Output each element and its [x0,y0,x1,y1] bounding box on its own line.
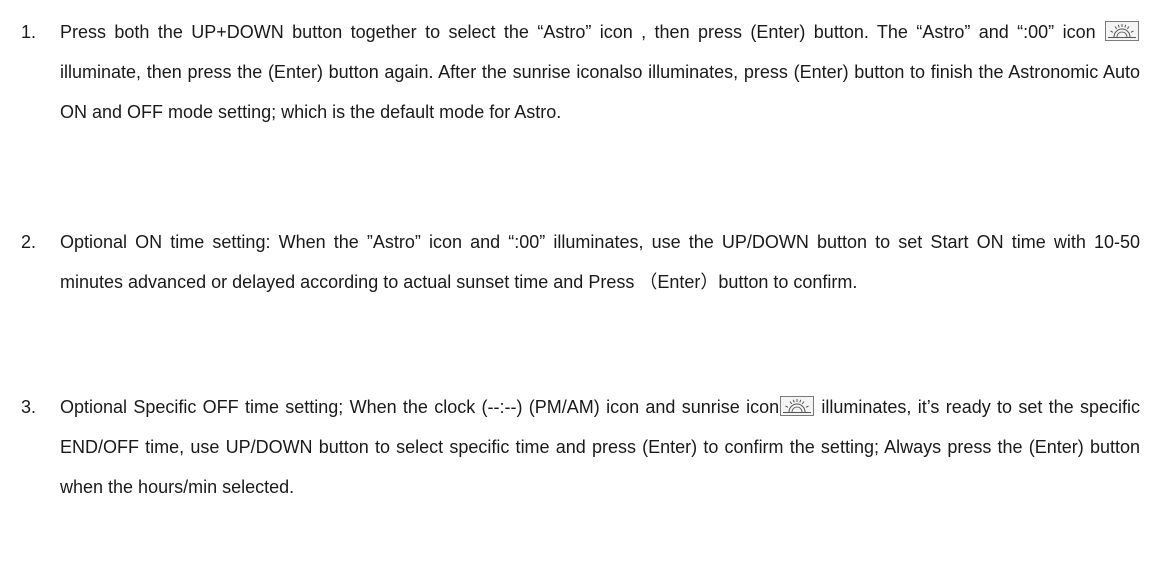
item-text-part: Press both the UP+DOWN button together t… [60,22,1104,42]
item-text-part: Optional Specific OFF time setting; When… [60,397,780,417]
item-number: 3. [21,397,37,417]
item-text: Optional Specific OFF time setting; When… [60,387,1140,507]
sunrise-icon [1105,21,1139,41]
item-number: 1. [21,22,37,42]
item-number: 2. [21,232,37,252]
sunrise-icon [780,396,815,416]
item-text-part: illuminate, then press the (Enter) butto… [60,62,1140,122]
item-text: Optional ON time setting: When the ”Astr… [60,232,1140,292]
item-text: Press both the UP+DOWN button together t… [60,12,1140,132]
instruction-document: 1. Press both the UP+DOWN button togethe… [0,0,1162,569]
